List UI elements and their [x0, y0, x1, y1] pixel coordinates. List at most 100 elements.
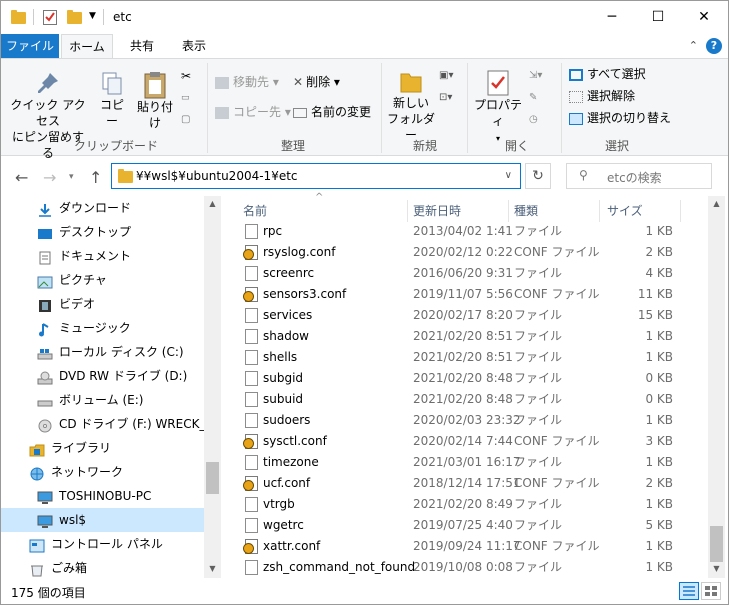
up-arrow-icon[interactable]: ↑: [89, 168, 102, 187]
nav-item[interactable]: wsl$: [1, 508, 205, 532]
file-row[interactable]: vtrgb 2021/02/20 8:49 ファイル 1 KB: [223, 494, 707, 515]
select-none-button[interactable]: 選択解除: [569, 87, 635, 105]
close-button[interactable]: ✕: [681, 1, 727, 33]
new-folder-button[interactable]: 新しい フォルダー: [385, 69, 437, 143]
nav-item[interactable]: TOSHINOBU-PC: [1, 484, 205, 508]
refresh-icon[interactable]: ↻: [525, 163, 551, 189]
copy-button[interactable]: コピー: [95, 71, 129, 129]
file-row[interactable]: subgid 2021/02/20 8:48 ファイル 0 KB: [223, 368, 707, 389]
file-row[interactable]: rpc 2013/04/02 1:41 ファイル 1 KB: [223, 221, 707, 242]
address-bar[interactable]: ¥¥wsl$¥ubuntu2004-1¥etc ∨: [111, 163, 521, 189]
paste-shortcut-icon[interactable]: ▢: [181, 111, 190, 129]
file-row[interactable]: services 2020/02/17 8:20 ファイル 15 KB: [223, 305, 707, 326]
column-separator[interactable]: [407, 200, 408, 222]
edit-icon[interactable]: ✎: [529, 89, 537, 107]
file-row[interactable]: timezone 2021/03/01 16:17 ファイル 1 KB: [223, 452, 707, 473]
delete-button[interactable]: ✕ 削除 ▾: [293, 73, 340, 91]
column-separator[interactable]: [508, 200, 509, 222]
history-icon[interactable]: ◷: [529, 111, 538, 129]
file-date: 2020/02/12 0:22: [413, 245, 513, 259]
file-row[interactable]: shells 2021/02/20 8:51 ファイル 1 KB: [223, 347, 707, 368]
file-row[interactable]: sysctl.conf 2020/02/14 7:44 CONF ファイル 3 KB: [223, 431, 707, 452]
column-separator[interactable]: [680, 200, 681, 222]
minimize-button[interactable]: ─: [589, 1, 635, 33]
tab-view[interactable]: 表示: [171, 34, 217, 58]
nav-item[interactable]: ライブラリ: [1, 436, 205, 460]
properties-quick-icon[interactable]: [43, 9, 57, 25]
properties-button[interactable]: プロパティ ▾: [471, 69, 525, 147]
nav-item-label: ミュージック: [59, 321, 131, 335]
scroll-down-arrow-icon[interactable]: ▼: [204, 564, 221, 573]
nav-item[interactable]: ピクチャ: [1, 268, 205, 292]
nav-item[interactable]: ダウンロード: [1, 196, 205, 220]
large-icons-view-icon[interactable]: [701, 582, 721, 600]
column-header-size[interactable]: サイズ: [607, 199, 643, 223]
nav-item[interactable]: DVD RW ドライブ (D:): [1, 364, 205, 388]
column-header-date[interactable]: 更新日時: [413, 199, 461, 223]
nav-item[interactable]: ネットワーク: [1, 460, 205, 484]
copy-path-icon[interactable]: ▭: [181, 89, 190, 107]
customize-quick-access-icon[interactable]: ▼: [89, 11, 96, 27]
tab-home[interactable]: ホーム: [61, 34, 113, 58]
paste-button[interactable]: 貼り付け: [133, 71, 177, 131]
nav-item[interactable]: ごみ箱: [1, 556, 205, 578]
file-row[interactable]: zsh_command_not_found 2019/10/08 0:08 ファイル…: [223, 557, 707, 578]
rename-button[interactable]: 名前の変更: [293, 103, 371, 121]
file-list-scroll-thumb[interactable]: [710, 526, 723, 562]
move-to-button[interactable]: 移動先 ▾: [215, 73, 279, 91]
nav-item[interactable]: ボリューム (E:): [1, 388, 205, 412]
navigation-pane-scrollbar[interactable]: ▲ ▼: [204, 196, 221, 578]
nav-item[interactable]: CD ドライブ (F:) WRECK_IT_R: [1, 412, 205, 436]
open-icon[interactable]: ⇲▾: [529, 67, 542, 85]
invert-selection-button[interactable]: 選択の切り替え: [569, 109, 671, 127]
help-icon[interactable]: ?: [706, 38, 722, 54]
maximize-button[interactable]: ☐: [635, 1, 681, 33]
file-row[interactable]: xattr.conf 2019/09/24 11:17 CONF ファイル 1 KB: [223, 536, 707, 557]
nav-item-label: ネットワーク: [51, 465, 124, 479]
column-header-name[interactable]: 名前: [243, 199, 267, 223]
nav-item[interactable]: ビデオ: [1, 292, 205, 316]
file-row[interactable]: screenrc 2016/06/20 9:31 ファイル 4 KB: [223, 263, 707, 284]
explorer-window: ▼ etc ─ ☐ ✕ ファイル ホーム 共有 表示 ⌃ ? クイック アクセス…: [0, 0, 729, 605]
tab-file[interactable]: ファイル: [1, 34, 59, 58]
scroll-up-arrow-icon[interactable]: ▲: [204, 199, 221, 208]
details-view-icon[interactable]: [679, 582, 699, 600]
window-title: etc: [113, 10, 132, 24]
column-separator[interactable]: [599, 200, 600, 222]
file-row[interactable]: shadow 2021/02/20 8:51 ファイル 1 KB: [223, 326, 707, 347]
forward-arrow-icon[interactable]: →: [43, 168, 56, 187]
file-row[interactable]: wgetrc 2019/07/25 4:40 ファイル 5 KB: [223, 515, 707, 536]
tab-share[interactable]: 共有: [119, 34, 165, 58]
cut-icon[interactable]: ✂: [181, 67, 191, 85]
scroll-down-arrow-icon[interactable]: ▼: [708, 564, 725, 573]
file-row[interactable]: subuid 2021/02/20 8:48 ファイル 0 KB: [223, 389, 707, 410]
collapse-ribbon-chevron-icon[interactable]: ⌃: [689, 39, 698, 52]
file-name: wgetrc: [263, 518, 304, 532]
search-box[interactable]: ⚲ etcの検索: [566, 163, 712, 189]
nav-item[interactable]: ドキュメント: [1, 244, 205, 268]
nav-item[interactable]: ミュージック: [1, 316, 205, 340]
file-row[interactable]: rsyslog.conf 2020/02/12 0:22 CONF ファイル 2 KB: [223, 242, 707, 263]
recent-locations-chevron-icon[interactable]: ▾: [69, 172, 74, 182]
file-row[interactable]: sudoers 2020/02/03 23:32 ファイル 1 KB: [223, 410, 707, 431]
nav-item[interactable]: コントロール パネル: [1, 532, 205, 556]
file-size: 11 KB: [637, 287, 673, 301]
copy-to-button[interactable]: コピー先 ▾: [215, 103, 291, 121]
file-list-scrollbar[interactable]: ▲ ▼: [708, 196, 725, 578]
scroll-up-arrow-icon[interactable]: ▲: [708, 199, 725, 208]
download-icon: [37, 201, 53, 217]
new-item-icon[interactable]: ▣▾: [439, 67, 453, 85]
back-arrow-icon[interactable]: ←: [15, 168, 28, 187]
easy-access-icon[interactable]: ⊡▾: [439, 89, 452, 107]
file-row[interactable]: ucf.conf 2018/12/14 17:51 CONF ファイル 2 KB: [223, 473, 707, 494]
select-all-button[interactable]: すべて選択: [569, 65, 646, 83]
copy-to-icon: [215, 106, 229, 119]
file-row[interactable]: sensors3.conf 2019/11/07 5:56 CONF ファイル 11 …: [223, 284, 707, 305]
new-folder-quick-icon[interactable]: [67, 9, 82, 25]
navigation-pane-scroll-thumb[interactable]: [206, 462, 219, 494]
column-header-type[interactable]: 種類: [514, 199, 538, 223]
nav-item[interactable]: ローカル ディスク (C:): [1, 340, 205, 364]
address-dropdown-chevron-icon[interactable]: ∨: [505, 170, 512, 181]
videos-icon: [37, 297, 53, 312]
nav-item[interactable]: デスクトップ: [1, 220, 205, 244]
